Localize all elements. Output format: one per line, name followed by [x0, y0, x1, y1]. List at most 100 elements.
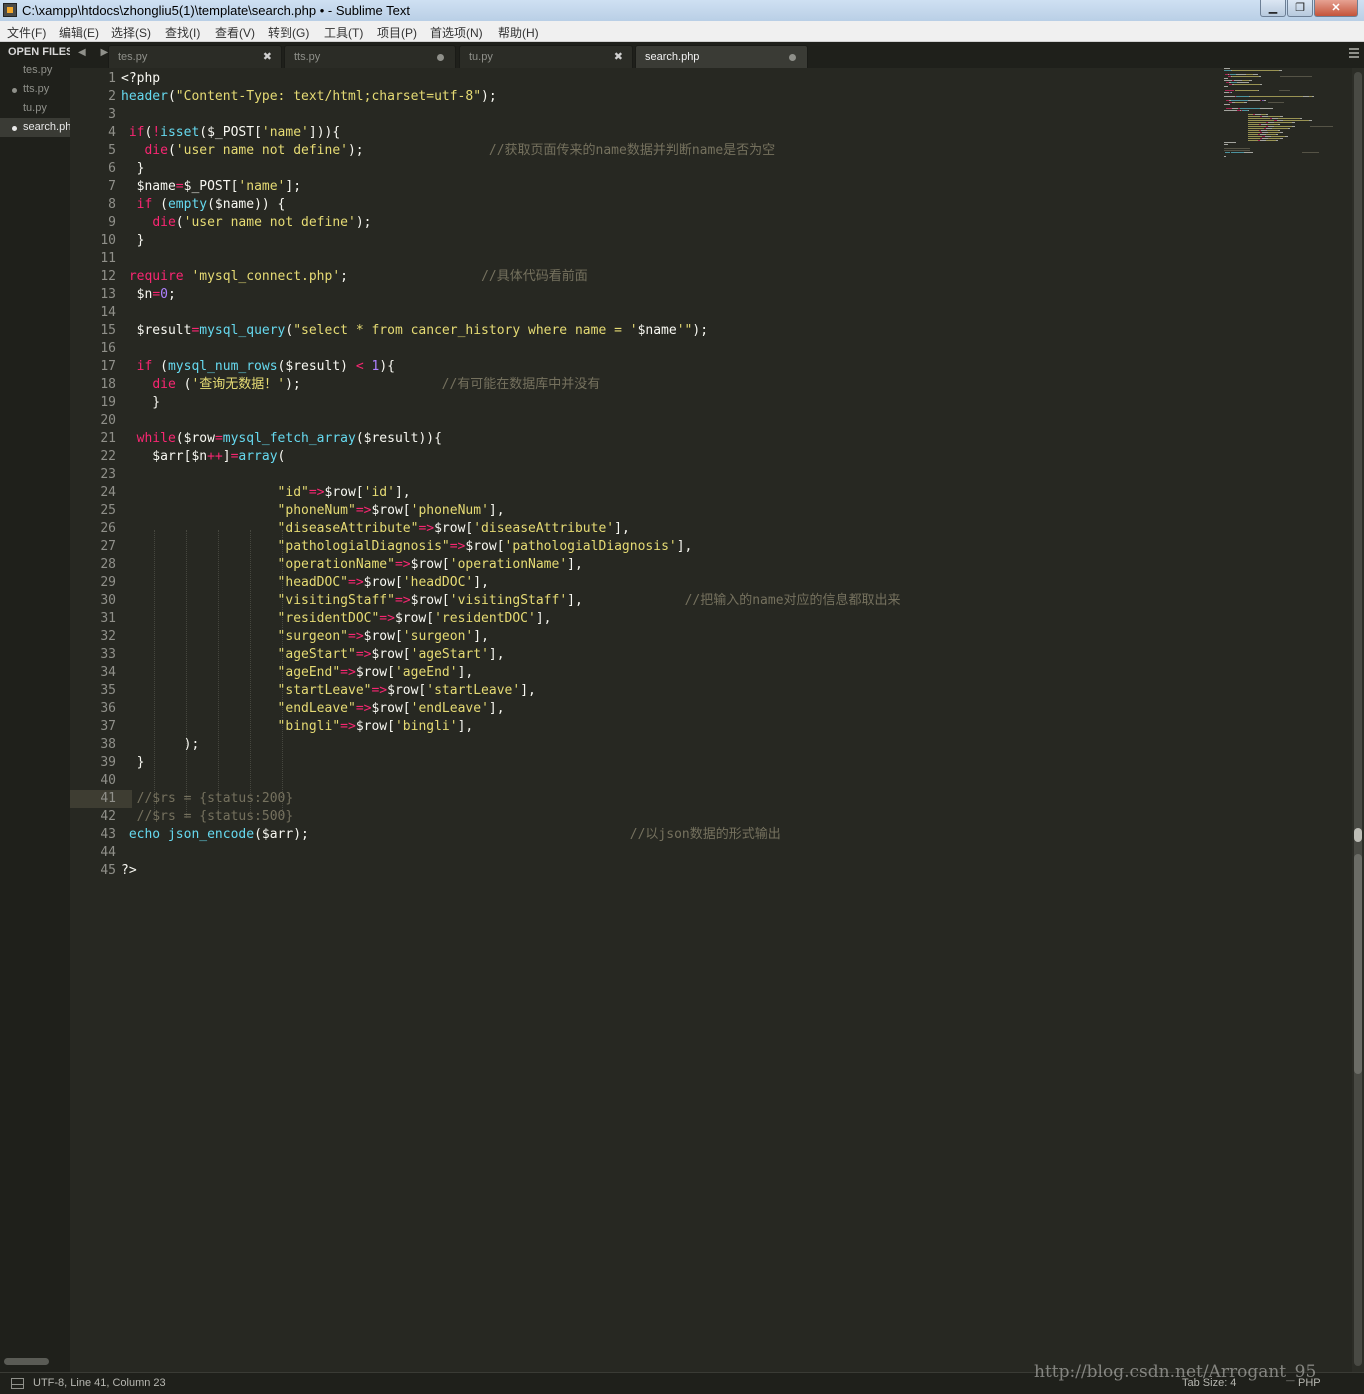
code-line[interactable]: 10 } [70, 232, 1220, 250]
code-line[interactable]: 39 } [70, 754, 1220, 772]
modified-dot-icon[interactable] [437, 54, 444, 61]
minimize-button[interactable]: ▁ [1260, 0, 1286, 17]
modified-dot-icon[interactable] [789, 54, 796, 61]
code-line[interactable]: 13 $n=0; [70, 286, 1220, 304]
code-line[interactable]: 40 [70, 772, 1220, 790]
tab-tts-py[interactable]: tts.py [284, 45, 456, 68]
code-line[interactable]: 44 [70, 844, 1220, 862]
code-text: //$rs = {status:200} [121, 790, 294, 808]
maximize-button[interactable]: ❐ [1287, 0, 1313, 17]
code-line[interactable]: 14 [70, 304, 1220, 322]
code-line[interactable]: 2 header("Content-Type: text/html;charset… [70, 88, 1220, 106]
menu-view[interactable]: 查看(V) [215, 24, 255, 41]
code-line[interactable]: 11 [70, 250, 1220, 268]
code-token: 'startLeave' [426, 683, 521, 698]
code-line[interactable]: 31 "residentDOC"=>$row['residentDOC'], [70, 610, 1220, 628]
minimap-mark [1248, 122, 1266, 123]
code-line[interactable]: 15 $result=mysql_query("select * from ca… [70, 322, 1220, 340]
code-line[interactable]: 34 "ageEnd"=>$row['ageEnd'], [70, 664, 1220, 682]
menu-selection[interactable]: 选择(S) [111, 24, 151, 41]
code-line[interactable]: 1 <?php [70, 70, 1220, 88]
line-number: 3 [108, 107, 116, 122]
minimap-mark [1260, 100, 1262, 101]
tab-search-php[interactable]: search.php [635, 45, 808, 68]
menu-file[interactable]: 文件(F) [7, 24, 46, 41]
sidebar-item-tes-py[interactable]: tes.py [0, 61, 70, 80]
code-line[interactable]: 43 echo json_encode($arr); //以json数据的形式输… [70, 826, 1220, 844]
menu-edit[interactable]: 编辑(E) [59, 24, 99, 41]
code-token: $row[ [410, 557, 450, 572]
code-line[interactable]: 4 if(!isset($_POST['name'])){ [70, 124, 1220, 142]
minimap-mark [1266, 134, 1276, 135]
code-line[interactable]: 41 //$rs = {status:200} [70, 790, 1220, 808]
code-line[interactable]: 42 //$rs = {status:500} [70, 808, 1220, 826]
code-line[interactable]: 35 "startLeave"=>$row['startLeave'], [70, 682, 1220, 700]
tab-tu-py[interactable]: tu.py ✖ [459, 45, 633, 68]
code-text: $result=mysql_query("select * from cance… [121, 322, 708, 340]
code-line[interactable]: 33 "ageStart"=>$row['ageStart'], [70, 646, 1220, 664]
sidebar-item-tu-py[interactable]: tu.py [0, 99, 70, 118]
sidebar-scrollbar[interactable] [4, 1358, 49, 1365]
code-line[interactable]: 9 die('user name not define'); [70, 214, 1220, 232]
code-line[interactable]: 30 "visitingStaff"=>$row['visitingStaff'… [70, 592, 1220, 610]
code-line[interactable]: 18 die ('查询无数据！'); //有可能在数据库中并没有 [70, 376, 1220, 394]
minimap-mark [1248, 110, 1250, 111]
menu-preferences[interactable]: 首选项(N) [430, 24, 483, 41]
code-line[interactable]: 23 [70, 466, 1220, 484]
tab-close-icon[interactable]: ✖ [614, 50, 623, 63]
code-line[interactable]: 26 "diseaseAttribute"=>$row['diseaseAttr… [70, 520, 1220, 538]
code-line[interactable]: 38 ); [70, 736, 1220, 754]
minimap-mark [1280, 76, 1312, 77]
code-token: ], [676, 539, 693, 554]
tab-tes-py[interactable]: tes.py ✖ [108, 45, 282, 68]
code-line[interactable]: 5 die('user name not define'); //获取页面传来的… [70, 142, 1220, 160]
code-token: ], [520, 683, 536, 698]
code-line[interactable]: 24 "id"=>$row['id'], [70, 484, 1220, 502]
close-button[interactable]: ✕ [1314, 0, 1358, 17]
menu-project[interactable]: 项目(P) [377, 24, 417, 41]
code-line[interactable]: 45 ?> [70, 862, 1220, 880]
code-line[interactable]: 37 "bingli"=>$row['bingli'], [70, 718, 1220, 736]
sidebar-item-tts-py[interactable]: tts.py [0, 80, 70, 99]
minimap-mark [1278, 118, 1300, 119]
vertical-scrollbar[interactable] [1352, 68, 1364, 1372]
code-line[interactable]: 28 "operationName"=>$row['operationName'… [70, 556, 1220, 574]
code-line[interactable]: 29 "headDOC"=>$row['headDOC'], [70, 574, 1220, 592]
menu-goto[interactable]: 转到(G) [268, 24, 309, 41]
code-token: ( [152, 359, 168, 374]
code-line[interactable]: 36 "endLeave"=>$row['endLeave'], [70, 700, 1220, 718]
code-line[interactable]: 22 $arr[$n++]=array( [70, 448, 1220, 466]
menu-icon[interactable] [1349, 48, 1359, 60]
minimap-mark [1225, 152, 1230, 153]
minimap[interactable] [1224, 68, 1344, 168]
code-token: } [121, 161, 145, 176]
code-text: die('user name not define'); //获取页面传来的na… [121, 142, 775, 160]
code-line[interactable]: 32 "surgeon"=>$row['surgeon'], [70, 628, 1220, 646]
code-text: "headDOC"=>$row['headDOC'], [121, 574, 489, 592]
menu-find[interactable]: 查找(I) [165, 24, 200, 41]
code-line[interactable]: 27 "pathologialDiagnosis"=>$row['patholo… [70, 538, 1220, 556]
code-line[interactable]: 16 [70, 340, 1220, 358]
tab-close-icon[interactable]: ✖ [263, 50, 272, 63]
menu-tools[interactable]: 工具(T) [324, 24, 363, 41]
menu-bar: 文件(F) 编辑(E) 选择(S) 查找(I) 查看(V) 转到(G) 工具(T… [0, 21, 1364, 42]
code-line[interactable]: 7 $name=$_POST['name']; [70, 178, 1220, 196]
code-token: = [214, 431, 223, 446]
code-line[interactable]: 21 while($row=mysql_fetch_array($result)… [70, 430, 1220, 448]
scrollbar-thumb[interactable] [1354, 828, 1362, 842]
menu-help[interactable]: 帮助(H) [498, 24, 539, 41]
code-line[interactable]: 3 [70, 106, 1220, 124]
code-line[interactable]: 12 require 'mysql_connect.php'; //具体代码看前… [70, 268, 1220, 286]
code-line[interactable]: 20 [70, 412, 1220, 430]
code-line[interactable]: 8 if (empty($name)) { [70, 196, 1220, 214]
code-line[interactable]: 6 } [70, 160, 1220, 178]
code-line[interactable]: 19 } [70, 394, 1220, 412]
code-line[interactable]: 17 if (mysql_num_rows($result) < 1){ [70, 358, 1220, 376]
code-token: //具体代码看前面 [481, 269, 588, 284]
code-line[interactable]: 25 "phoneNum"=>$row['phoneNum'], [70, 502, 1220, 520]
minimap-mark [1233, 80, 1242, 81]
sidebar-item-search-php[interactable]: search.php [0, 118, 70, 137]
code-editor[interactable]: 1 <?php 2 header("Content-Type: text/html;c… [70, 68, 1352, 1372]
panel-toggle-icon[interactable] [11, 1378, 24, 1389]
scrollbar-track[interactable] [1354, 72, 1362, 1366]
